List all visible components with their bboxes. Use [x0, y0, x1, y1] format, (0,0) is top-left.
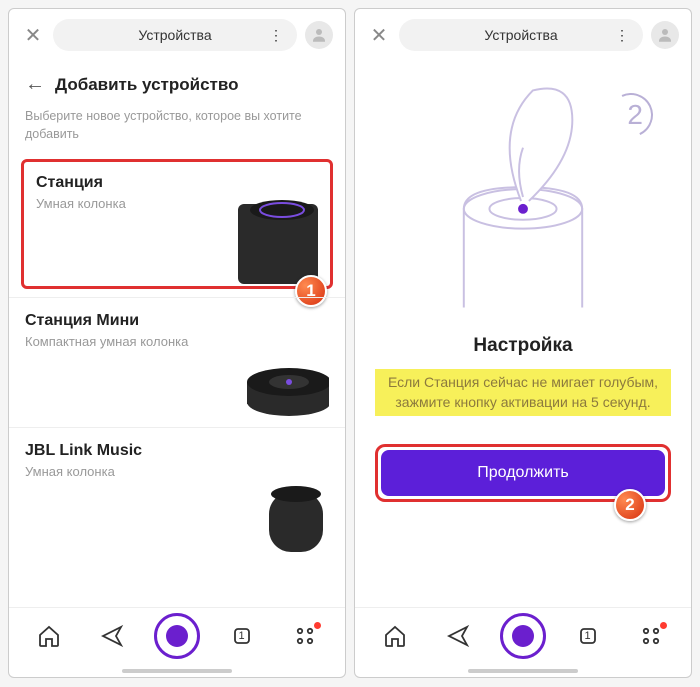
device-sub: Компактная умная колонка [25, 334, 188, 349]
nav-send-icon[interactable] [436, 614, 480, 658]
nav-alice-icon[interactable] [500, 613, 546, 659]
nav-send-icon[interactable] [90, 614, 134, 658]
device-sub: Умная колонка [36, 196, 126, 211]
device-name: JBL Link Music [25, 442, 142, 460]
nav-tabs-icon[interactable]: 1 [220, 614, 264, 658]
nav-alice-icon[interactable] [154, 613, 200, 659]
home-indicator [468, 669, 578, 673]
setup-hint: Если Станция сейчас не мигает голубым, з… [375, 369, 671, 416]
header-title: Устройства [484, 27, 557, 43]
page-title: Добавить устройство [55, 75, 238, 95]
nav-services-icon[interactable] [629, 614, 673, 658]
nav-home-icon[interactable] [373, 614, 417, 658]
more-icon[interactable]: ⋮ [269, 27, 283, 44]
subheader: ← Добавить устройство [9, 61, 345, 108]
avatar[interactable] [305, 21, 333, 49]
nav-home-icon[interactable] [27, 614, 71, 658]
continue-highlight: Продолжить 2 [375, 444, 671, 502]
continue-button[interactable]: Продолжить [381, 450, 665, 496]
close-icon[interactable]: ✕ [367, 23, 391, 48]
topbar: ✕ Устройства ⋮ [9, 9, 345, 61]
home-indicator [122, 669, 232, 673]
back-icon[interactable]: ← [25, 73, 45, 96]
bottom-nav: 1 [355, 607, 691, 663]
device-image [219, 442, 329, 552]
notification-dot [314, 622, 321, 629]
setup-body: 2 Настройка Если Станция сейчас не мигае… [355, 61, 691, 607]
device-card-station[interactable]: Станция Умная колонка [21, 159, 333, 289]
device-card-jbl[interactable]: JBL Link Music Умная колонка [9, 427, 345, 557]
device-name: Станция [36, 174, 126, 192]
header-title: Устройства [138, 27, 211, 43]
device-name: Станция Мини [25, 312, 188, 330]
device-image [208, 174, 318, 284]
step-badge-2: 2 [614, 489, 646, 521]
avatar[interactable] [651, 21, 679, 49]
device-image [219, 312, 329, 422]
close-icon[interactable]: ✕ [21, 23, 45, 48]
setup-illustration: 2 [375, 69, 671, 329]
setup-title: Настройка [473, 335, 572, 357]
notification-dot [660, 622, 667, 629]
nav-tabs-icon[interactable]: 1 [566, 614, 610, 658]
screen-setup: ✕ Устройства ⋮ 2 Настройка Если Станция … [354, 8, 692, 678]
step-number: 2 [627, 99, 643, 131]
device-card-station-mini[interactable]: Станция Мини Компактная умная колонка [9, 297, 345, 427]
more-icon[interactable]: ⋮ [615, 27, 629, 44]
topbar: ✕ Устройства ⋮ [355, 9, 691, 61]
device-sub: Умная колонка [25, 464, 142, 479]
title-pill[interactable]: Устройства ⋮ [399, 19, 643, 51]
screen-add-device: ✕ Устройства ⋮ ← Добавить устройство Выб… [8, 8, 346, 678]
title-pill[interactable]: Устройства ⋮ [53, 19, 297, 51]
instruction-text: Выберите новое устройство, которое вы хо… [9, 108, 345, 155]
nav-services-icon[interactable] [283, 614, 327, 658]
bottom-nav: 1 [9, 607, 345, 663]
device-list: Станция Умная колонка 1 Станция Мини Ком… [9, 155, 345, 607]
